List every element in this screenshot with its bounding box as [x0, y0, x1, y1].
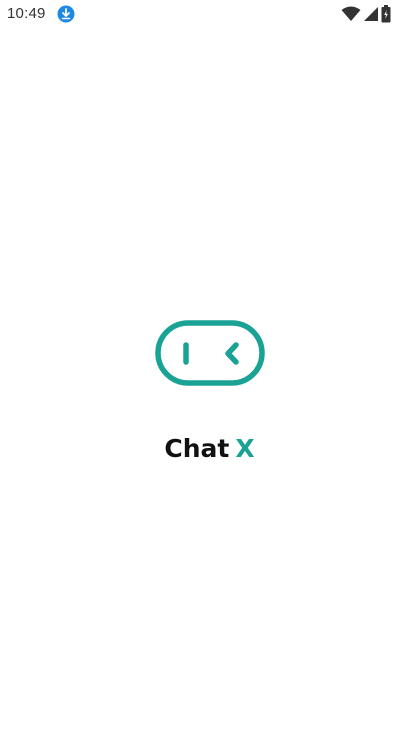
status-icons — [341, 4, 391, 24]
app-name-accent: X — [235, 434, 255, 463]
status-time: 10:49 — [7, 5, 46, 22]
battery-icon — [381, 5, 391, 23]
chat-bubble-face-icon — [155, 320, 265, 386]
status-bar: 10:49 — [0, 0, 419, 28]
app-name-text: Chat — [164, 434, 230, 463]
wifi-icon — [341, 6, 361, 21]
app-name: Chat X — [0, 434, 419, 463]
cell-signal-icon — [364, 7, 378, 21]
download-icon — [57, 5, 75, 23]
splash-screen: Chat X — [0, 318, 419, 478]
